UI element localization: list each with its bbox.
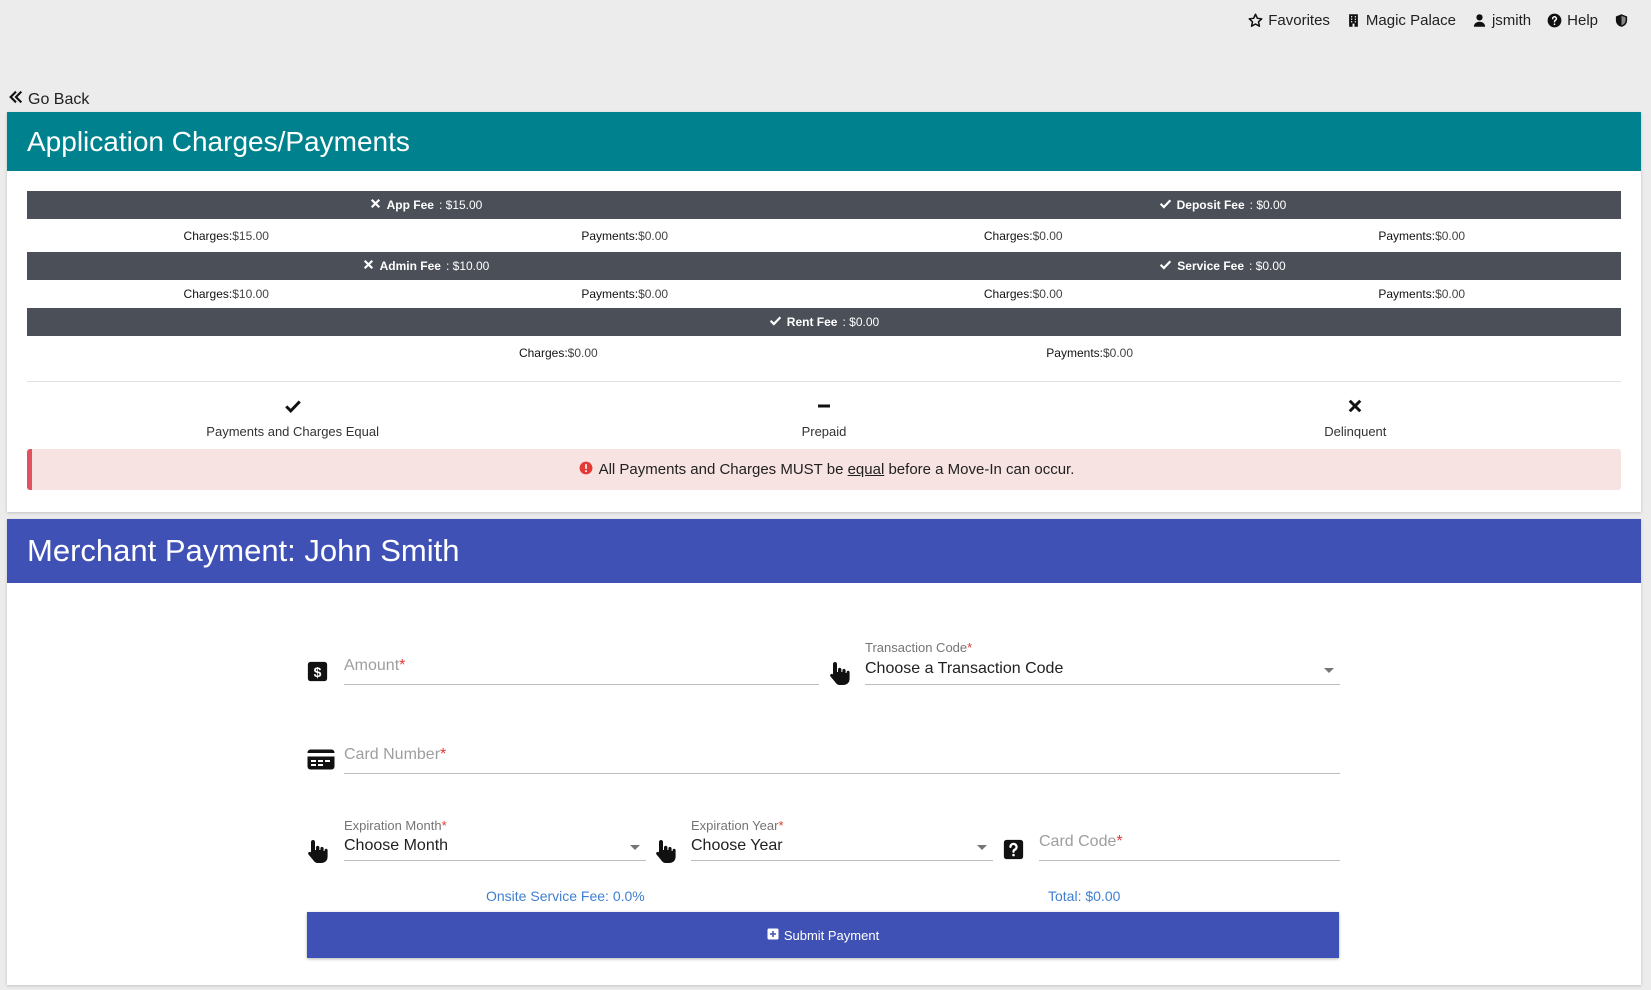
alert-text: All Payments and Charges MUST be equal b… [598, 461, 1075, 478]
hand-pointer-icon [829, 660, 851, 686]
building-icon [1346, 13, 1361, 28]
fee-bar: Rent Fee : $0.00 [27, 308, 1621, 336]
user-icon [1472, 13, 1487, 28]
top-nav: Favorites Magic Palace jsmith Help [1248, 12, 1629, 29]
legend-delinquent: Delinquent [1090, 397, 1621, 439]
expiration-year-select[interactable]: Expiration Year* Choose Year [691, 818, 993, 861]
fee-name: Admin Fee [379, 259, 441, 273]
shield-icon [1614, 13, 1629, 28]
minus-icon [815, 397, 833, 418]
fee-name: Rent Fee [786, 315, 838, 329]
fee-head-admin: Admin Fee : $10.00 [27, 252, 824, 280]
fee-head-service: Service Fee : $0.00 [824, 252, 1621, 280]
submit-payment-label: Submit Payment [783, 927, 880, 943]
user-label: jsmith [1491, 12, 1532, 29]
fee-amount: : $15.00 [438, 198, 483, 212]
fee-values-row: Charges:$15.00 Payments:$0.00 Charges:$0… [27, 219, 1621, 252]
question-square-icon [1003, 839, 1024, 860]
fee-name: Service Fee [1177, 259, 1244, 273]
fee-name: App Fee [386, 198, 434, 212]
caret-down-icon [977, 845, 987, 850]
question-circle-icon [1547, 13, 1562, 28]
charges-card: Application Charges/Payments App Fee : $1… [7, 112, 1641, 512]
legend-delinquent-label: Delinquent [1324, 424, 1387, 439]
onsite-service-fee: Onsite Service Fee: 0.0% [486, 888, 645, 904]
security-link[interactable] [1614, 13, 1629, 28]
fee-bar: App Fee : $15.00 Deposit Fee : $0.00 [27, 191, 1621, 219]
go-back-link[interactable]: Go Back [8, 89, 89, 110]
plus-square-icon [767, 928, 779, 943]
check-icon [1159, 197, 1172, 213]
fee-values-row: Charges:$10.00 Payments:$0.00 Charges:$0… [27, 280, 1621, 308]
fee-charges: Charges:$0.00 [983, 287, 1063, 301]
fee-amount: : $0.00 [842, 315, 880, 329]
divider [27, 381, 1621, 382]
fee-amount: : $0.00 [1249, 198, 1287, 212]
card-code-field[interactable]: Card Code* [1039, 826, 1340, 861]
favorites-label: Favorites [1268, 12, 1330, 29]
fee-charges: Charges:$15.00 [183, 228, 269, 243]
property-link[interactable]: Magic Palace [1346, 12, 1456, 29]
status-legend: Payments and Charges Equal Prepaid Delin… [27, 397, 1621, 439]
fee-head-rent: Rent Fee : $0.00 [27, 308, 1621, 336]
fee-bar: Admin Fee : $10.00 Service Fee : $0.00 [27, 252, 1621, 280]
fee-head-deposit: Deposit Fee : $0.00 [824, 191, 1621, 219]
submit-payment-button[interactable]: Submit Payment [307, 912, 1339, 958]
fee-payments: Payments:$0.00 [581, 287, 669, 301]
fee-charges: Charges:$0.00 [518, 345, 598, 360]
fee-payments: Payments:$0.00 [1046, 345, 1134, 360]
x-icon [369, 197, 382, 213]
help-label: Help [1567, 12, 1598, 29]
transaction-code-select[interactable]: Transaction Code* Choose a Transaction C… [865, 640, 1340, 685]
svg-text:$: $ [314, 664, 322, 680]
legend-prepaid: Prepaid [558, 397, 1089, 439]
favorites-link[interactable]: Favorites [1248, 12, 1330, 29]
x-icon [362, 258, 375, 274]
check-icon [769, 314, 782, 330]
fee-values-row: Charges:$0.00 Payments:$0.00 [27, 336, 1621, 369]
legend-equal: Payments and Charges Equal [27, 397, 558, 439]
legend-prepaid-label: Prepaid [801, 424, 847, 439]
charges-card-title: Application Charges/Payments [7, 112, 1641, 171]
fee-amount: : $0.00 [1249, 259, 1286, 273]
property-label: Magic Palace [1365, 12, 1456, 29]
fee-payments: Payments:$0.00 [581, 228, 669, 243]
card-number-field[interactable]: Card Number* [344, 739, 1340, 774]
caret-down-icon [1324, 668, 1334, 673]
amount-field[interactable]: Amount* [344, 650, 819, 685]
fee-payments: Payments:$0.00 [1378, 228, 1466, 243]
check-icon [1159, 258, 1172, 274]
hand-pointer-icon [655, 838, 677, 864]
caret-down-icon [630, 845, 640, 850]
hand-pointer-icon [307, 838, 329, 864]
fee-charges: Charges:$10.00 [183, 287, 269, 301]
fee-charges: Charges:$0.00 [983, 228, 1063, 243]
credit-card-icon [307, 749, 335, 770]
fee-payments: Payments:$0.00 [1378, 287, 1466, 301]
exclamation-circle-icon [579, 461, 593, 479]
go-back-label: Go Back [28, 90, 90, 108]
fee-table: App Fee : $15.00 Deposit Fee : $0.00 Charg… [27, 191, 1621, 369]
user-link[interactable]: jsmith [1472, 12, 1531, 29]
legend-equal-label: Payments and Charges Equal [206, 424, 380, 439]
fee-amount: : $10.00 [445, 259, 490, 273]
x-icon [1346, 397, 1364, 418]
move-in-alert: All Payments and Charges MUST be equal b… [27, 449, 1621, 490]
double-chevron-left-icon [8, 89, 24, 110]
total-amount: Total: $0.00 [1048, 888, 1121, 904]
expiration-month-select[interactable]: Expiration Month* Choose Month [344, 818, 646, 861]
help-link[interactable]: Help [1547, 12, 1598, 29]
fee-name: Deposit Fee [1176, 198, 1245, 212]
merchant-card-title: Merchant Payment: John Smith [7, 519, 1641, 583]
check-icon [284, 397, 302, 418]
dollar-icon: $ [307, 661, 328, 682]
fee-head-app: App Fee : $15.00 [27, 191, 824, 219]
star-icon [1248, 13, 1263, 28]
